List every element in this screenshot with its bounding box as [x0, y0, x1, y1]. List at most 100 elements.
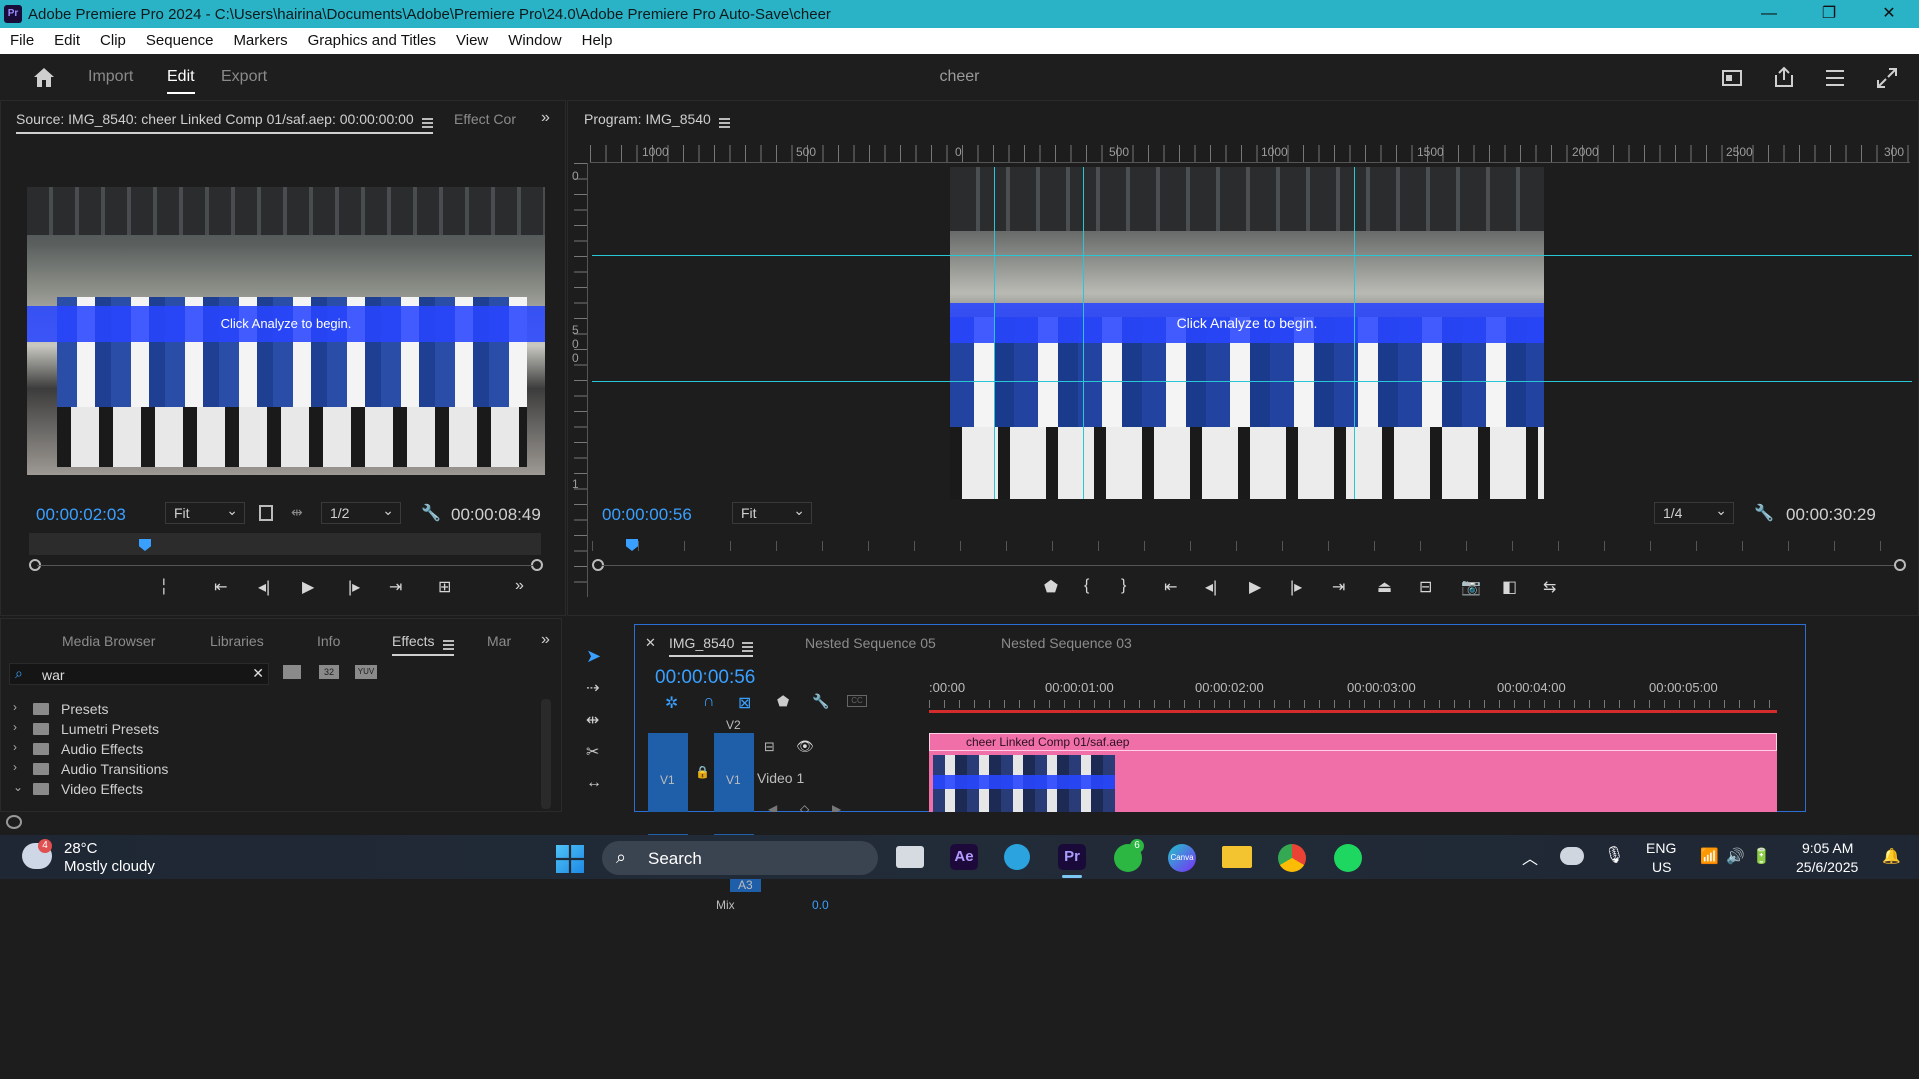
insert-icon[interactable]: ⊞ [438, 577, 451, 597]
menu-help[interactable]: Help [572, 28, 623, 54]
task-view-icon[interactable] [896, 846, 924, 868]
show-hidden-icons-chevron-icon[interactable]: ︿ [1522, 845, 1538, 869]
effects-menu-icon[interactable] [442, 640, 454, 642]
go-to-in-icon[interactable]: ⇤ [1164, 577, 1177, 597]
status-render-icon[interactable] [6, 815, 22, 829]
mark-out-icon[interactable]: } [1121, 577, 1126, 595]
expand-caret-icon[interactable]: › [13, 760, 17, 774]
clock-time[interactable]: 9:05 AM [1802, 840, 1853, 856]
effect-controls-tab[interactable]: Effect Cor [454, 111, 516, 127]
step-back-icon[interactable]: ◂| [1205, 577, 1217, 597]
menu-window[interactable]: Window [498, 28, 571, 54]
program-monitor-tab[interactable]: Program: IMG_8540 [584, 111, 730, 127]
menu-edit[interactable]: Edit [44, 28, 90, 54]
more-tabs-icon[interactable]: » [541, 631, 550, 649]
program-zoom-bar[interactable] [602, 565, 1894, 566]
extract-icon[interactable]: ⊟ [1419, 577, 1432, 597]
nest-toggle-icon[interactable]: ✲ [665, 693, 678, 713]
linked-selection-icon[interactable]: ⊠ [738, 693, 751, 713]
canva-icon[interactable]: Canva [1168, 844, 1196, 872]
battery-icon[interactable]: 🔋 [1752, 847, 1771, 865]
guide-vertical[interactable] [1083, 167, 1084, 499]
program-menu-icon[interactable] [718, 118, 730, 120]
export-frame-camera-icon[interactable]: 📷 [1461, 577, 1481, 597]
tab-sequence-img8540[interactable]: IMG_8540 [669, 635, 754, 657]
effects-search-input[interactable]: ⌕ war ✕ [9, 663, 269, 685]
more-controls-icon[interactable]: » [515, 577, 524, 595]
source-safe-margins-icon[interactable] [259, 505, 273, 521]
lift-icon[interactable]: ⏏ [1377, 577, 1392, 597]
program-settings-wrench-icon[interactable]: 🔧 [1754, 503, 1774, 523]
source-resolution-dropdown[interactable]: 1/2 [321, 502, 401, 524]
slip-tool-icon[interactable]: ↔ [586, 774, 602, 792]
go-to-out-icon[interactable]: ⇥ [1332, 577, 1345, 597]
weather-desc[interactable]: Mostly cloudy [64, 858, 155, 875]
clock-date[interactable]: 25/6/2025 [1796, 859, 1858, 875]
tab-nested-sequence-03[interactable]: Nested Sequence 03 [1001, 635, 1132, 651]
source-menu-icon[interactable] [421, 118, 433, 120]
source-fit-dropdown[interactable]: Fit [165, 502, 245, 524]
ripple-edit-tool-icon[interactable]: ⇹ [586, 710, 599, 730]
timeline-timecode[interactable]: 00:00:00:56 [655, 667, 755, 689]
fullscreen-icon[interactable] [1876, 67, 1898, 89]
windows-start-icon[interactable] [556, 845, 584, 873]
expand-caret-icon[interactable]: › [13, 700, 17, 714]
source-play-icon[interactable]: ▶ [302, 577, 314, 597]
yuv-effects-icon[interactable]: YUV [355, 665, 377, 679]
razor-tool-icon[interactable]: ✂ [586, 742, 599, 762]
mark-in-icon[interactable]: ╎ [159, 577, 169, 597]
menu-clip[interactable]: Clip [90, 28, 136, 54]
tree-item-audio-effects[interactable]: › Audio Effects [11, 739, 441, 759]
track-name-video1[interactable]: Video 1 [757, 770, 804, 786]
comparison-view-icon[interactable]: ◧ [1502, 577, 1517, 597]
tree-item-presets[interactable]: › Presets [11, 699, 441, 719]
tab-effects[interactable]: Effects [392, 633, 454, 656]
step-forward-icon[interactable]: |▸ [1290, 577, 1302, 597]
menu-sequence[interactable]: Sequence [136, 28, 224, 54]
captions-icon[interactable]: CC [847, 695, 867, 707]
tab-markers[interactable]: Mar [487, 633, 511, 649]
onedrive-icon[interactable] [1560, 847, 1584, 865]
taskbar-search-box[interactable]: ⌕ Search [602, 841, 878, 875]
source-timecode[interactable]: 00:00:02:03 [36, 505, 126, 525]
mix-value[interactable]: 0.0 [812, 898, 829, 912]
guide-vertical[interactable] [994, 167, 995, 499]
spotify-icon[interactable] [1334, 844, 1362, 872]
region-label[interactable]: US [1652, 859, 1671, 875]
tab-libraries[interactable]: Libraries [210, 633, 264, 649]
guide-vertical[interactable] [1354, 167, 1355, 499]
tree-item-audio-transitions[interactable]: › Audio Transitions [11, 759, 441, 779]
source-zoom-bar[interactable] [37, 565, 533, 566]
close-sequence-icon[interactable]: ✕ [645, 635, 656, 651]
program-video-frame[interactable]: Click Analyze to begin. [950, 167, 1544, 499]
step-back-icon[interactable]: ◂| [258, 577, 270, 597]
go-to-out-icon[interactable]: ⇥ [389, 577, 402, 597]
track-a3[interactable]: A3 [730, 878, 761, 892]
source-scrub-bar[interactable] [29, 533, 541, 555]
program-zoom-end-handle[interactable] [1894, 559, 1906, 571]
file-explorer-icon[interactable] [1222, 846, 1252, 868]
guide-horizontal[interactable] [592, 381, 1912, 382]
program-fit-dropdown[interactable]: Fit [732, 502, 812, 524]
premiere-pro-icon[interactable]: Pr [1058, 844, 1086, 870]
tree-item-video-effects[interactable]: ⌄ Video Effects [11, 779, 441, 799]
chrome-icon[interactable] [1278, 844, 1306, 872]
mark-in-icon[interactable]: { [1084, 577, 1089, 595]
program-time-ruler[interactable] [592, 541, 1912, 551]
menu-file[interactable]: File [0, 28, 44, 54]
proxy-toggle-icon[interactable]: ⇆ [1543, 577, 1556, 597]
program-timecode[interactable]: 00:00:00:56 [602, 505, 692, 525]
selection-tool-icon[interactable]: ➤ [586, 646, 601, 667]
language-label[interactable]: ENG [1646, 840, 1676, 856]
snap-magnet-icon[interactable]: ∩ [703, 693, 715, 711]
workspace-icon[interactable] [1722, 68, 1744, 88]
minimize-button[interactable]: — [1739, 0, 1799, 28]
menu-graphics[interactable]: Graphics and Titles [298, 28, 446, 54]
add-marker-icon[interactable]: ⬟ [1044, 577, 1058, 597]
share-icon[interactable] [1773, 66, 1795, 88]
expand-caret-icon[interactable]: › [13, 740, 17, 754]
weather-temp[interactable]: 28°C [64, 840, 98, 857]
go-to-in-icon[interactable]: ⇤ [214, 577, 227, 597]
source-monitor-tab[interactable]: Source: IMG_8540: cheer Linked Comp 01/s… [16, 111, 433, 134]
program-play-icon[interactable]: ▶ [1249, 577, 1261, 597]
